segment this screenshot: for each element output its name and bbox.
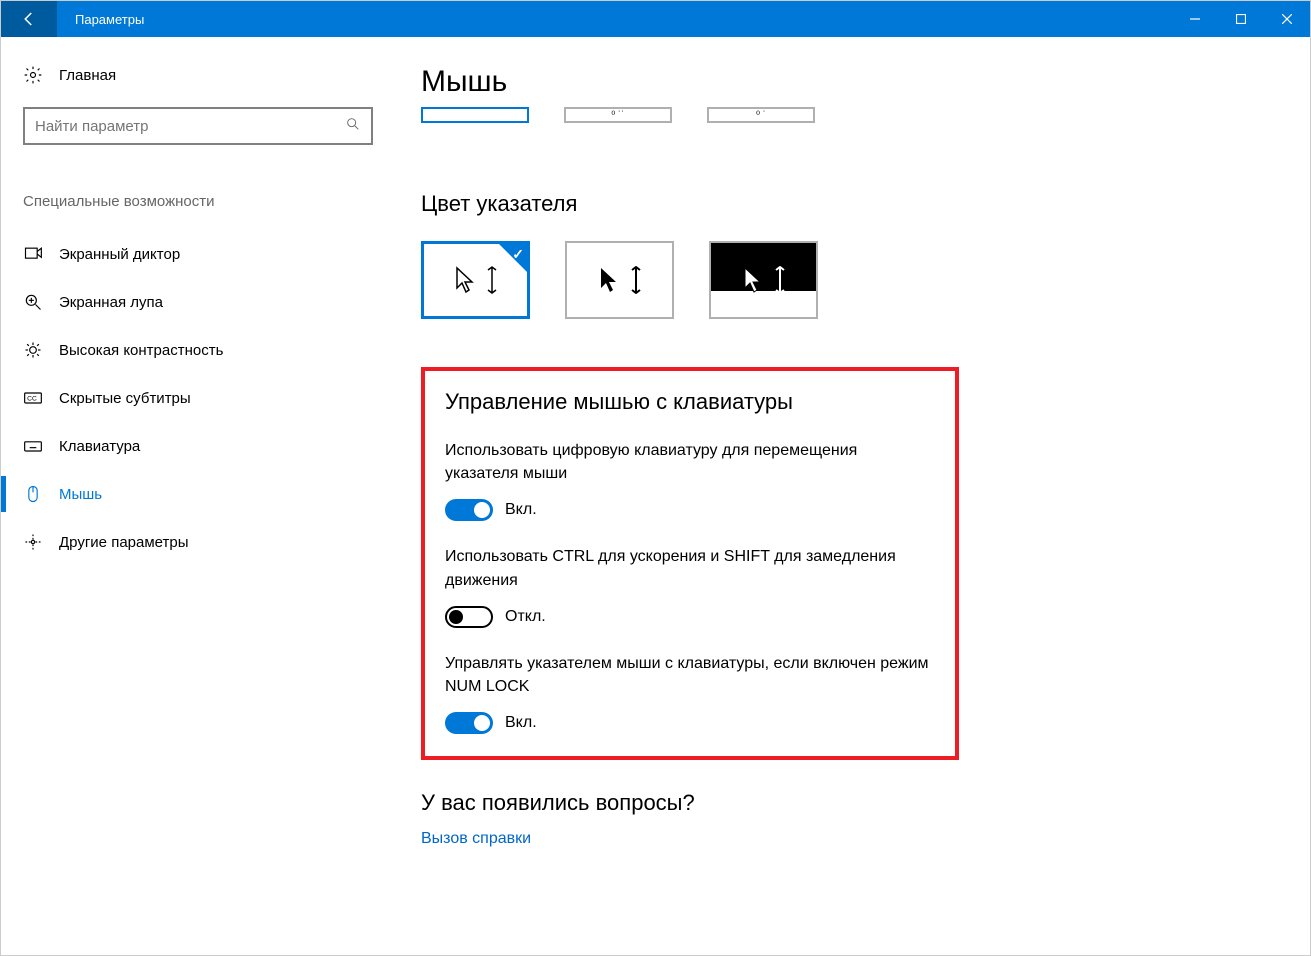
sidebar-item-label: Мышь bbox=[59, 486, 102, 503]
toggle-numpad-move[interactable] bbox=[445, 499, 493, 521]
sidebar-item-label: Высокая контрастность bbox=[59, 342, 223, 359]
sidebar-item-label: Экранный диктор bbox=[59, 246, 180, 263]
narrator-icon bbox=[23, 244, 43, 264]
pointer-size-option-3[interactable]: ⁰ ˙ bbox=[707, 107, 815, 123]
search-field[interactable] bbox=[35, 118, 345, 135]
sidebar-item-cc[interactable]: CC Скрытые субтитры bbox=[23, 374, 359, 422]
close-button[interactable] bbox=[1264, 1, 1310, 37]
help-link[interactable]: Вызов справки bbox=[421, 830, 1310, 848]
back-button[interactable] bbox=[1, 1, 57, 37]
keyboard-icon bbox=[23, 436, 43, 456]
sidebar-item-mouse[interactable]: Мышь bbox=[23, 470, 359, 518]
sidebar-item-narrator[interactable]: Экранный диктор bbox=[23, 230, 359, 278]
toggle-state: Вкл. bbox=[505, 501, 537, 519]
magnifier-icon bbox=[23, 292, 43, 312]
pointer-color-inverted[interactable] bbox=[709, 241, 818, 319]
cc-icon: CC bbox=[23, 388, 43, 408]
page-title: Мышь bbox=[421, 65, 1310, 99]
setting-2-label: Использовать CTRL для ускорения и SHIFT … bbox=[445, 545, 935, 591]
sidebar-item-contrast[interactable]: Высокая контрастность bbox=[23, 326, 359, 374]
search-icon bbox=[345, 116, 361, 137]
search-input[interactable] bbox=[23, 107, 373, 145]
sidebar-home[interactable]: Главная bbox=[23, 65, 359, 85]
toggle-ctrl-shift-speed[interactable] bbox=[445, 606, 493, 628]
sidebar-section-label: Специальные возможности bbox=[23, 193, 359, 210]
pointer-size-option-1[interactable] bbox=[421, 107, 529, 123]
sidebar-item-label: Скрытые субтитры bbox=[59, 390, 191, 407]
window-title: Параметры bbox=[57, 12, 1172, 27]
toggle-numlock[interactable] bbox=[445, 712, 493, 734]
sidebar-item-magnifier[interactable]: Экранная лупа bbox=[23, 278, 359, 326]
highlighted-section: Управление мышью с клавиатуры Использова… bbox=[421, 367, 959, 760]
setting-3-label: Управлять указателем мыши с клавиатуры, … bbox=[445, 652, 935, 698]
sidebar-item-label: Другие параметры bbox=[59, 534, 189, 551]
sidebar-item-label: Клавиатура bbox=[59, 438, 140, 455]
contrast-icon bbox=[23, 340, 43, 360]
sidebar-item-other[interactable]: Другие параметры bbox=[23, 518, 359, 566]
setting-1-label: Использовать цифровую клавиатуру для пер… bbox=[445, 439, 935, 485]
color-section-title: Цвет указателя bbox=[421, 191, 1310, 217]
titlebar: Параметры bbox=[1, 1, 1310, 37]
svg-text:CC: CC bbox=[27, 396, 37, 403]
sidebar: Главная Специальные возможности Экранный… bbox=[1, 37, 381, 955]
toggle-state: Откл. bbox=[505, 608, 546, 626]
pointer-size-row: ⁰ ˙˙ ⁰ ˙ bbox=[421, 107, 1310, 123]
mouse-icon bbox=[23, 484, 43, 504]
main-content: Мышь ⁰ ˙˙ ⁰ ˙ Цвет указателя ✓ bbox=[381, 37, 1310, 955]
pointer-size-option-2[interactable]: ⁰ ˙˙ bbox=[564, 107, 672, 123]
pointer-color-row: ✓ bbox=[421, 241, 1310, 319]
sidebar-home-label: Главная bbox=[59, 67, 116, 84]
other-icon bbox=[23, 532, 43, 552]
maximize-button[interactable] bbox=[1218, 1, 1264, 37]
gear-icon bbox=[23, 65, 43, 85]
sidebar-item-keyboard[interactable]: Клавиатура bbox=[23, 422, 359, 470]
questions-title: У вас появились вопросы? bbox=[421, 790, 1310, 816]
pointer-color-white[interactable]: ✓ bbox=[421, 241, 530, 319]
pointer-color-black[interactable] bbox=[565, 241, 674, 319]
sidebar-item-label: Экранная лупа bbox=[59, 294, 163, 311]
keyboard-section-title: Управление мышью с клавиатуры bbox=[445, 389, 947, 415]
minimize-button[interactable] bbox=[1172, 1, 1218, 37]
toggle-state: Вкл. bbox=[505, 714, 537, 732]
